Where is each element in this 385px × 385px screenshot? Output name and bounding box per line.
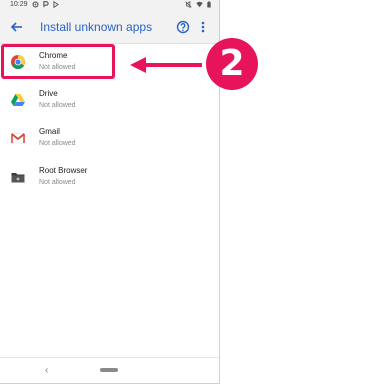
home-pill-icon[interactable] bbox=[100, 368, 118, 372]
more-vert-icon[interactable] bbox=[200, 20, 206, 34]
parking-icon bbox=[42, 1, 49, 8]
page-title: Install unknown apps bbox=[40, 20, 153, 34]
app-name-label: Gmail bbox=[39, 127, 60, 136]
app-status-label: Not allowed bbox=[39, 64, 76, 71]
app-name-label: Drive bbox=[39, 89, 58, 98]
nav-back-icon[interactable]: ‹ bbox=[45, 365, 48, 377]
app-status-label: Not allowed bbox=[39, 179, 76, 186]
status-time: 10:29 bbox=[10, 1, 28, 8]
chrome-icon bbox=[11, 55, 25, 69]
play-store-icon bbox=[52, 1, 59, 8]
list-item-root-browser[interactable]: Root Browser Not allowed bbox=[0, 159, 219, 195]
status-left: 10:29 bbox=[10, 1, 59, 8]
settings-icon bbox=[32, 1, 39, 8]
status-bar: 10:29 bbox=[0, 0, 219, 12]
screenshot-canvas: 10:29 Install unknown apps Chrome Not al… bbox=[0, 0, 385, 385]
step-badge: 2 bbox=[206, 38, 258, 90]
drive-icon bbox=[11, 94, 25, 106]
battery-icon bbox=[207, 1, 211, 8]
root-browser-icon bbox=[11, 173, 25, 183]
app-name-label: Root Browser bbox=[39, 166, 88, 175]
mute-icon bbox=[185, 1, 192, 8]
back-arrow-icon[interactable] bbox=[10, 20, 24, 34]
help-icon[interactable] bbox=[176, 20, 190, 34]
app-status-label: Not allowed bbox=[39, 140, 76, 147]
step-number: 2 bbox=[219, 43, 245, 84]
status-right bbox=[185, 1, 211, 8]
app-name-label: Chrome bbox=[39, 51, 68, 60]
pointer-arrow-icon bbox=[130, 57, 202, 73]
gmail-icon bbox=[11, 133, 25, 144]
app-bar: Install unknown apps bbox=[0, 12, 219, 44]
app-status-label: Not allowed bbox=[39, 102, 76, 109]
wifi-icon bbox=[196, 1, 203, 8]
list-item-gmail[interactable]: Gmail Not allowed bbox=[0, 120, 219, 156]
navigation-bar: ‹ bbox=[0, 357, 219, 383]
list-item-drive[interactable]: Drive Not allowed bbox=[0, 82, 219, 118]
